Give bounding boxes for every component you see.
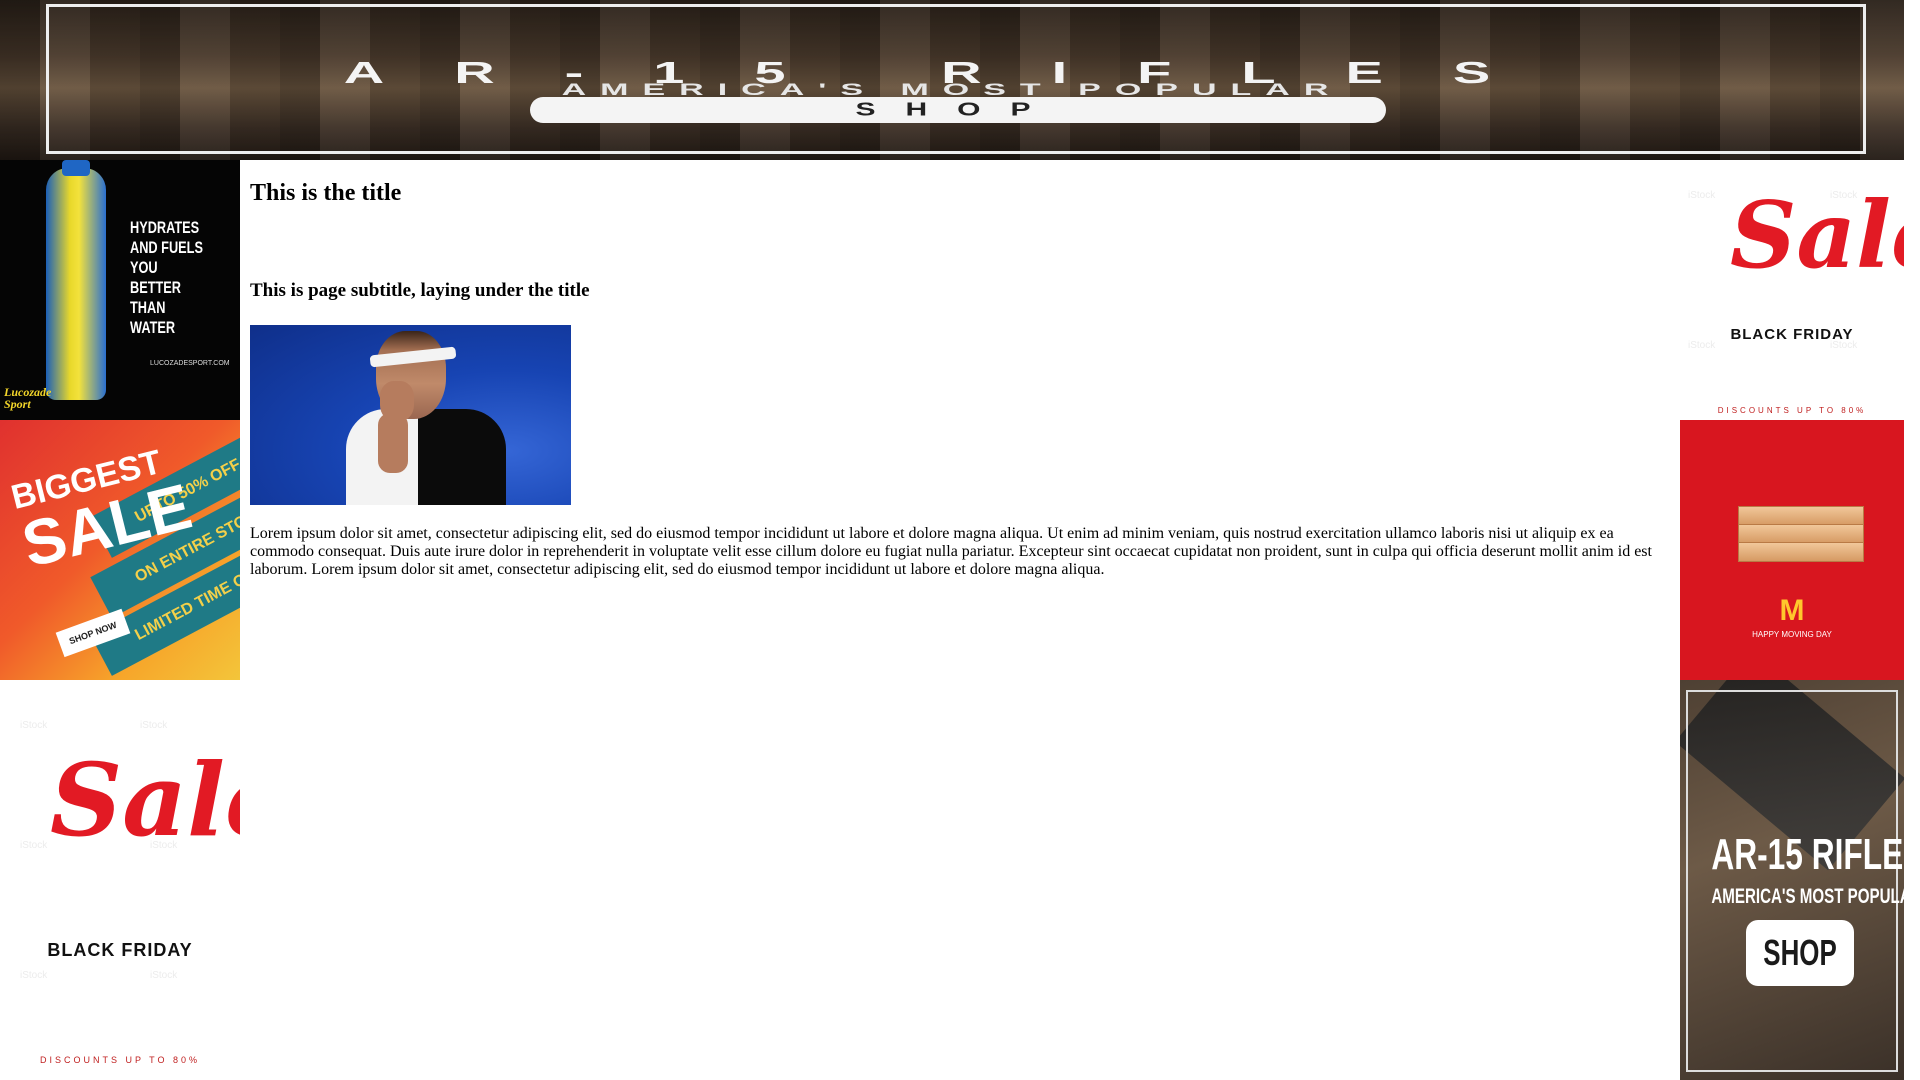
mcdonalds-caption: HAPPY MOVING DAY [1752, 630, 1832, 639]
lucozade-ad[interactable]: HYDRATES AND FUELS YOU BETTER THAN WATER… [0, 160, 240, 420]
ar15-shop-button[interactable]: SHOP [1746, 920, 1854, 986]
bottle-cap-image [62, 160, 90, 176]
watermark: iStock [20, 970, 48, 981]
lucozade-url: LUCOZADESPORT.COM [150, 360, 230, 367]
page-subtitle: This is page subtitle, laying under the … [250, 280, 590, 301]
lucozade-headline: HYDRATES AND FUELS YOU BETTER THAN WATER [130, 218, 203, 337]
ar15-ad[interactable]: AR-15 RIFLES AMERICA'S MOST POPULAR SHOP [1680, 680, 1904, 1080]
ar15-headline: AR-15 RIFLES [1711, 830, 1904, 879]
ar15-tagline: AMERICA'S MOST POPULAR [1711, 885, 1904, 908]
banner-shop-button[interactable]: SHOP [530, 97, 1386, 123]
sale-script: Sale [50, 741, 240, 859]
watermark: iStock [140, 720, 168, 731]
moving-box-image [1738, 506, 1864, 526]
page-title: This is the title [250, 180, 402, 206]
moving-box-image [1738, 542, 1864, 562]
discount-label: DISCOUNTS UP TO 80% [1717, 406, 1867, 415]
discount-label: DISCOUNTS UP TO 80% [39, 1055, 201, 1065]
body-text: Lorem ipsum dolor sit amet, consectetur … [250, 525, 1652, 578]
black-friday-ad-right[interactable]: iStock iStock iStock iStock Sale BLACK F… [1680, 160, 1904, 420]
ad-frame [1686, 690, 1898, 1072]
black-friday-label: BLACK FRIDAY [1730, 326, 1854, 343]
black-friday-label: BLACK FRIDAY [47, 940, 193, 960]
black-friday-ad-left[interactable]: iStock iStock iStock iStock iStock iStoc… [0, 680, 240, 1080]
moving-box-image [1738, 524, 1864, 544]
watermark: iStock [20, 720, 48, 731]
player-shirt [346, 409, 506, 505]
banner-shop-label: SHOP [855, 99, 1061, 120]
watermark: iStock [1688, 190, 1716, 201]
player-arm [378, 413, 408, 473]
hero-image [250, 325, 571, 505]
ar15-shop-label: SHOP [1763, 932, 1837, 973]
watermark: iStock [150, 970, 178, 981]
top-banner-ad[interactable]: AR-15 RIFLES AMERICA'S MOST POPULAR SHOP [0, 0, 1904, 160]
biggest-sale-ad[interactable]: UPTO 50% OFF ON ENTIRE STORE LIMITED TIM… [0, 420, 240, 680]
mcdonalds-logo-icon: M [1779, 594, 1805, 627]
bottle-image [46, 168, 106, 400]
lucozade-logo: Lucozade Sport [4, 386, 51, 410]
player-fist [380, 381, 414, 421]
mcdonalds-ad[interactable]: M HAPPY MOVING DAY [1680, 420, 1904, 680]
main-content: This is the title This is page subtitle,… [250, 160, 1664, 595]
sale-script: Sale [1730, 181, 1904, 289]
watermark: iStock [20, 840, 48, 851]
lucozade-brand-sub: Sport [4, 397, 31, 411]
